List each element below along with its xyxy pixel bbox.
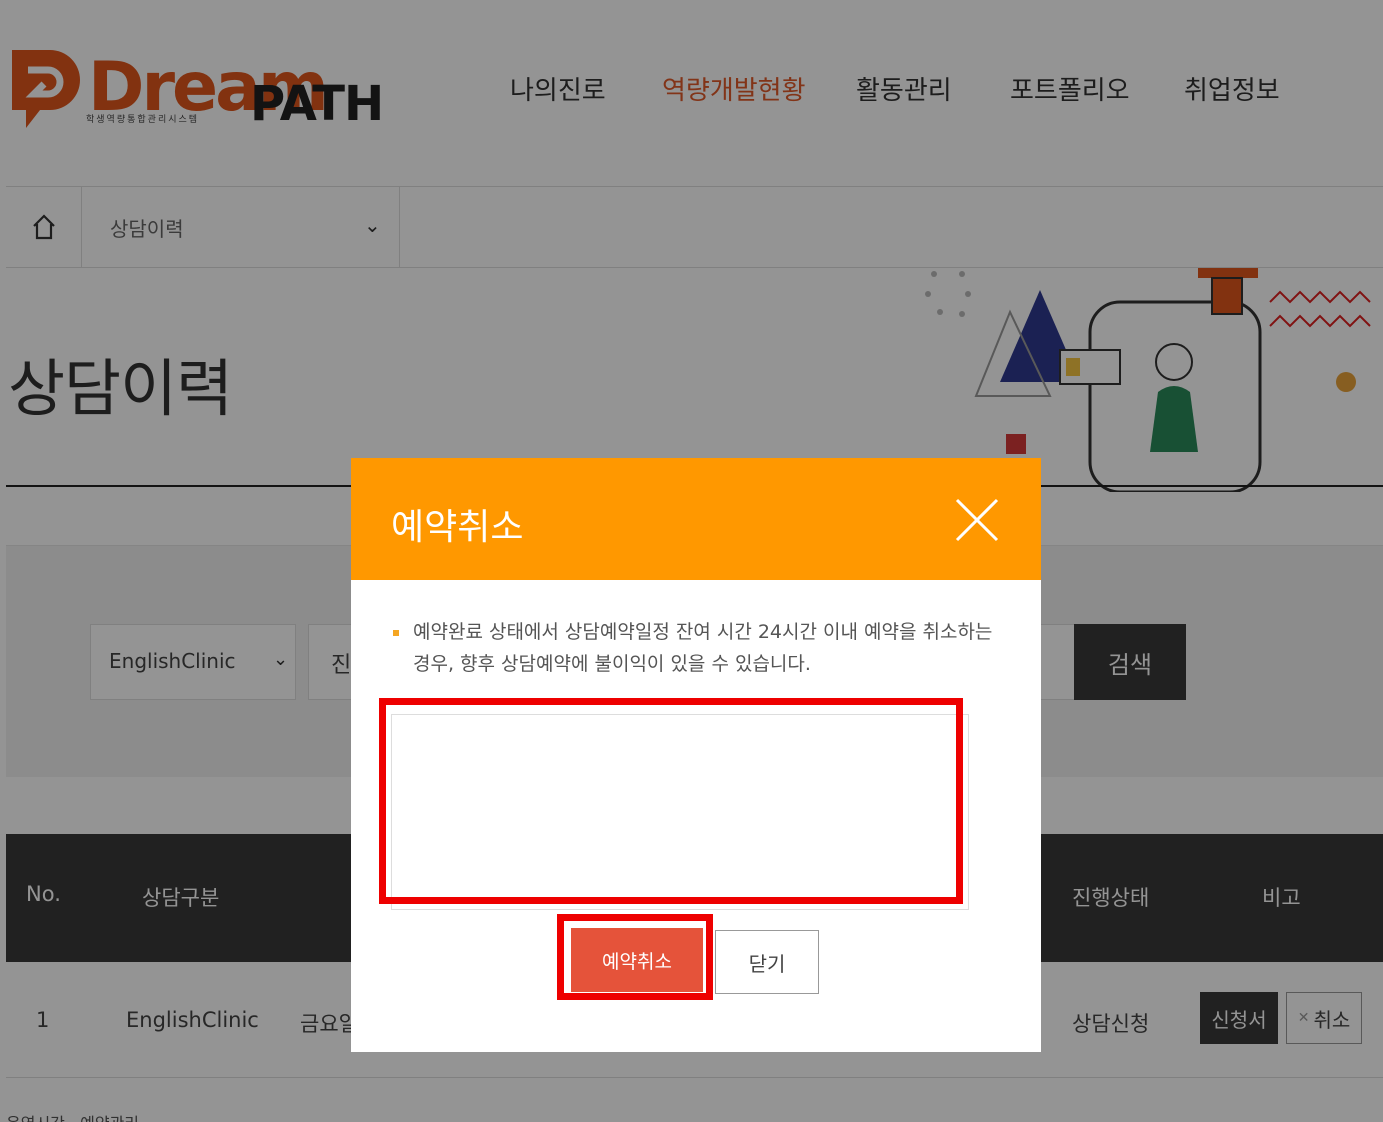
- bullet-icon: [393, 630, 399, 636]
- close-icon[interactable]: [951, 494, 1003, 546]
- modal-header: 예약취소: [351, 458, 1041, 580]
- cancel-reservation-modal: 예약취소 예약완료 상태에서 상담예약일정 잔여 시간 24시간 이내 예약을 …: [351, 458, 1041, 1052]
- modal-notice: 예약완료 상태에서 상담예약일정 잔여 시간 24시간 이내 예약을 취소하는 …: [393, 616, 1003, 680]
- page: Dream PATH 학생역량통합관리시스템 나의진로 역량개발현황 활동관리 …: [0, 0, 1383, 1122]
- modal-notice-text: 예약완료 상태에서 상담예약일정 잔여 시간 24시간 이내 예약을 취소하는 …: [413, 621, 993, 675]
- modal-title: 예약취소: [391, 507, 524, 548]
- confirm-cancel-button[interactable]: 예약취소: [571, 928, 703, 992]
- close-button[interactable]: 닫기: [715, 930, 819, 994]
- cancel-reason-textarea[interactable]: [391, 714, 969, 910]
